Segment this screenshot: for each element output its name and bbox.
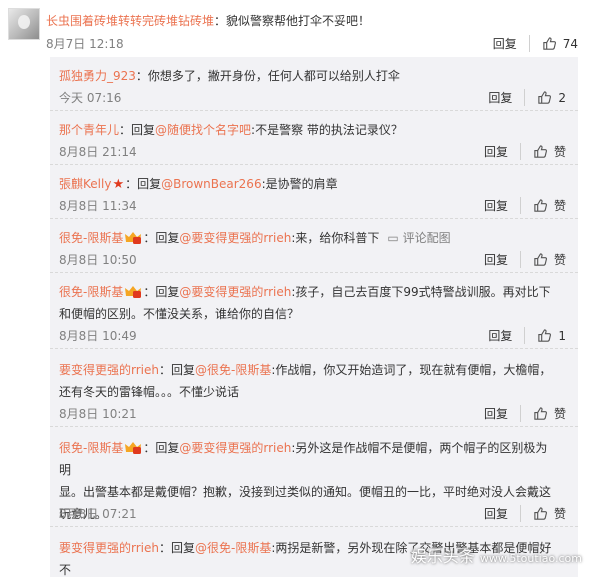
thumbs-up-icon bbox=[534, 507, 547, 520]
reply-button[interactable]: 回复 bbox=[484, 505, 521, 522]
list-item: 那个青年儿：回复@随便找个名字吧:不是警察 带的执法记录仪？ 8月8日 21:1… bbox=[50, 111, 578, 165]
username-link[interactable]: 很免-限斯基 bbox=[59, 441, 123, 455]
reply-button[interactable]: 回复 bbox=[493, 35, 530, 52]
list-item: 張麒Kelly★：回复@BrownBear266:是协警的肩章 8月8日 11:… bbox=[50, 165, 578, 219]
like-button[interactable]: 赞 bbox=[521, 197, 566, 214]
reply-time: 今天 07:16 bbox=[59, 91, 122, 105]
reply-time: 8月8日 11:34 bbox=[59, 199, 137, 213]
like-button[interactable]: 2 bbox=[525, 90, 566, 105]
list-item: 很免-限斯基 ：回复@要变得更强的rrieh:另外这是作战帽不是便帽，两个帽子的区… bbox=[50, 429, 578, 527]
reply-time: 8月8日 07:21 bbox=[59, 507, 137, 521]
thumbs-up-icon bbox=[543, 37, 556, 50]
like-button[interactable]: 赞 bbox=[521, 251, 566, 268]
like-count: 赞 bbox=[553, 507, 566, 521]
mention-link[interactable]: @很免-限斯基 bbox=[195, 363, 271, 377]
like-button[interactable]: 赞 bbox=[521, 405, 566, 422]
like-count: 赞 bbox=[553, 253, 566, 267]
list-item: 要变得更强的rrieh：回复@很免-限斯基:作战帽，你又开始造词了，现在就有便帽… bbox=[50, 351, 578, 427]
mention-link[interactable]: @要变得更强的rrieh bbox=[179, 285, 291, 299]
divider bbox=[50, 526, 578, 528]
list-item: 很免-限斯基 ：回复@要变得更强的rrieh:来，给你科普下 ▭ 评论配图 8月8日… bbox=[50, 219, 578, 273]
like-count: 1 bbox=[558, 328, 566, 343]
star-badge-icon: ★ bbox=[112, 177, 125, 192]
thumbs-up-icon bbox=[534, 199, 547, 212]
watermark: 娱乐头条 www.5toutiao.com bbox=[410, 547, 582, 566]
reply-button[interactable]: 回复 bbox=[484, 251, 521, 268]
mention-link[interactable]: @BrownBear266 bbox=[161, 177, 261, 191]
divider bbox=[50, 348, 578, 350]
vip-badge-icon bbox=[125, 442, 142, 454]
username-link[interactable]: 很免-限斯基 bbox=[59, 231, 123, 245]
divider bbox=[50, 426, 578, 428]
mention-link[interactable]: @很免-限斯基 bbox=[195, 541, 271, 555]
image-icon: ▭ bbox=[387, 231, 399, 245]
main-comment: 长虫围着砖堆转转完砖堆钻砖堆：貌似警察帮他打伞不妥吧！ 8月7日 12:18 回… bbox=[0, 0, 590, 56]
like-count: 2 bbox=[558, 90, 566, 105]
avatar[interactable] bbox=[8, 8, 40, 40]
reply-time: 8月8日 10:21 bbox=[59, 407, 137, 421]
like-count: 赞 bbox=[553, 199, 566, 213]
mention-link[interactable]: @要变得更强的rrieh bbox=[179, 231, 291, 245]
reply-list: 孤独勇力_923：你想多了，撇开身份，任何人都可以给别人打伞 今天 07:16 … bbox=[50, 57, 578, 577]
like-button[interactable]: 赞 bbox=[521, 505, 566, 522]
thumbs-up-icon bbox=[538, 329, 552, 342]
thumbs-up-icon bbox=[534, 145, 547, 158]
reply-button[interactable]: 回复 bbox=[484, 197, 521, 214]
vip-badge-icon bbox=[125, 286, 142, 298]
like-count: 74 bbox=[562, 36, 578, 51]
comment-actions: 回复 74 bbox=[493, 35, 578, 52]
username-link[interactable]: 要变得更强的rrieh bbox=[59, 363, 159, 377]
username-link[interactable]: 要变得更强的rrieh bbox=[59, 541, 159, 555]
like-button[interactable]: 赞 bbox=[521, 143, 566, 160]
reply-button[interactable]: 回复 bbox=[484, 143, 521, 160]
username-link[interactable]: 孤独勇力_923 bbox=[59, 69, 136, 83]
reply-time: 8月8日 10:50 bbox=[59, 253, 137, 267]
comment-body: 貌似警察帮他打伞不妥吧！ bbox=[226, 14, 371, 28]
list-item: 孤独勇力_923：你想多了，撇开身份，任何人都可以给别人打伞 今天 07:16 … bbox=[50, 57, 578, 111]
thumbs-up-icon bbox=[538, 91, 552, 104]
like-count: 赞 bbox=[553, 407, 566, 421]
reply-button[interactable]: 回复 bbox=[484, 405, 521, 422]
mention-link[interactable]: @要变得更强的rrieh bbox=[179, 441, 291, 455]
username-link[interactable]: 长虫围着砖堆转转完砖堆钻砖堆 bbox=[46, 14, 214, 28]
reply-time: 8月8日 10:49 bbox=[59, 329, 137, 343]
main-comment-text: 长虫围着砖堆转转完砖堆钻砖堆：貌似警察帮他打伞不妥吧！ bbox=[46, 14, 371, 28]
thumbs-up-icon bbox=[534, 253, 547, 266]
username-link[interactable]: 張麒Kelly bbox=[59, 177, 111, 191]
reply-time: 8月8日 21:14 bbox=[59, 145, 137, 159]
username-link[interactable]: 那个青年儿 bbox=[59, 123, 119, 137]
like-count: 赞 bbox=[553, 145, 566, 159]
list-item: 很免-限斯基 ：回复@要变得更强的rrieh:孩子，自己去百度下99式特警战训服。… bbox=[50, 273, 578, 349]
reply-button[interactable]: 回复 bbox=[488, 89, 526, 106]
like-button[interactable]: 74 bbox=[530, 36, 578, 51]
like-button[interactable]: 1 bbox=[525, 328, 566, 343]
thumbs-up-icon bbox=[534, 407, 547, 420]
vip-badge-icon bbox=[125, 232, 142, 244]
mention-link[interactable]: @随便找个名字吧 bbox=[155, 123, 251, 137]
comment-time: 8月7日 12:18 bbox=[46, 37, 124, 51]
comment-image-link[interactable]: ▭ 评论配图 bbox=[387, 231, 450, 245]
reply-button[interactable]: 回复 bbox=[488, 327, 526, 344]
username-link[interactable]: 很免-限斯基 bbox=[59, 285, 123, 299]
